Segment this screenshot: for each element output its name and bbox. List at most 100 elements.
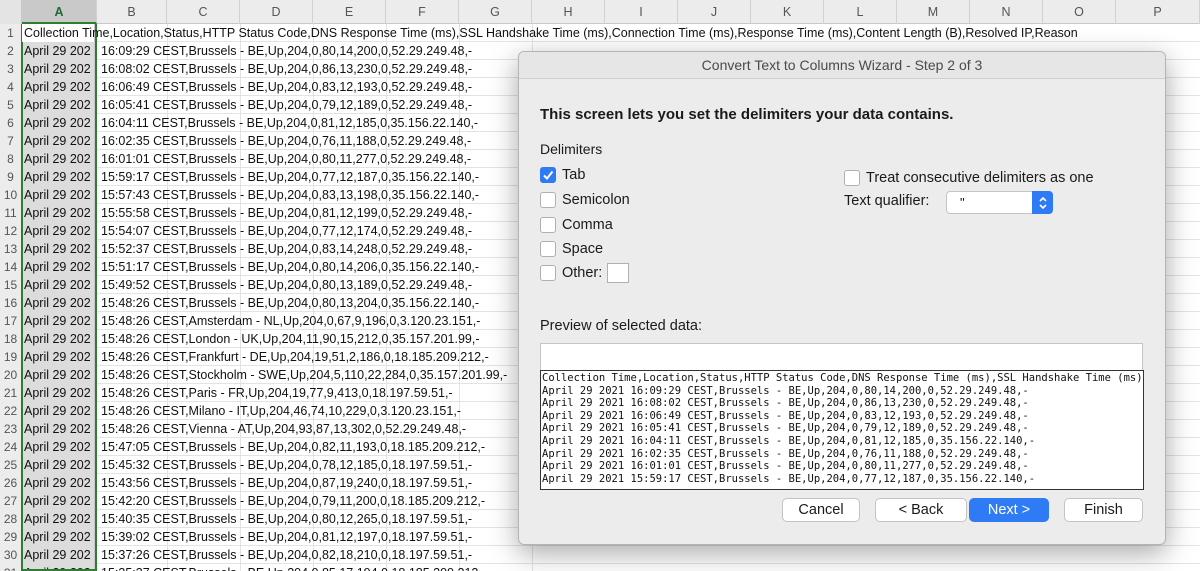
- cell-b-overflow[interactable]: 15:48:26 CEST,London - UK,Up,204,11,90,1…: [98, 330, 480, 348]
- cell-a[interactable]: April 29 202: [22, 240, 95, 258]
- space-checkbox[interactable]: [540, 241, 556, 257]
- column-header-g[interactable]: G: [459, 0, 532, 24]
- cell-a[interactable]: April 29 202: [22, 402, 95, 420]
- comma-option[interactable]: Comma: [540, 215, 613, 235]
- row-number[interactable]: 4: [0, 78, 22, 96]
- column-header-l[interactable]: L: [824, 0, 897, 24]
- column-header-b[interactable]: B: [97, 0, 167, 24]
- row-number[interactable]: 7: [0, 132, 22, 150]
- column-header-m[interactable]: M: [897, 0, 970, 24]
- row-number[interactable]: 9: [0, 168, 22, 186]
- other-option[interactable]: Other:: [540, 263, 630, 283]
- cell-b-overflow[interactable]: 16:08:02 CEST,Brussels - BE,Up,204,0,86,…: [98, 60, 472, 78]
- cell-a[interactable]: April 29 202: [22, 330, 95, 348]
- row-number[interactable]: 22: [0, 402, 22, 420]
- cell-b-overflow[interactable]: 15:48:26 CEST,Amsterdam - NL,Up,204,0,67…: [98, 312, 480, 330]
- cell-b-overflow[interactable]: 16:04:11 CEST,Brussels - BE,Up,204,0,81,…: [98, 114, 478, 132]
- row-number[interactable]: 25: [0, 456, 22, 474]
- column-header-j[interactable]: J: [678, 0, 751, 24]
- row-number[interactable]: 14: [0, 258, 22, 276]
- row-number[interactable]: 23: [0, 420, 22, 438]
- cell-a[interactable]: April 29 202: [22, 132, 95, 150]
- cell-a[interactable]: April 29 202: [22, 528, 95, 546]
- tab-option[interactable]: Tab: [540, 165, 585, 185]
- row-number[interactable]: 31: [0, 564, 22, 571]
- cell-b-overflow[interactable]: 15:40:35 CEST,Brussels - BE,Up,204,0,80,…: [98, 510, 472, 528]
- cell-a[interactable]: April 29 202: [22, 294, 95, 312]
- row-number[interactable]: 1: [0, 24, 22, 42]
- preview-box[interactable]: Collection Time,Location,Status,HTTP Sta…: [540, 370, 1144, 490]
- cell-a[interactable]: April 29 202: [22, 366, 95, 384]
- tab-checkbox[interactable]: [540, 167, 556, 183]
- cell-b-overflow[interactable]: 15:42:20 CEST,Brussels - BE,Up,204,0,79,…: [98, 492, 485, 510]
- row-number[interactable]: 21: [0, 384, 22, 402]
- row-number[interactable]: 29: [0, 528, 22, 546]
- row-number[interactable]: 12: [0, 222, 22, 240]
- row-number[interactable]: 6: [0, 114, 22, 132]
- cell-b-overflow[interactable]: 15:45:32 CEST,Brussels - BE,Up,204,0,78,…: [98, 456, 472, 474]
- semicolon-checkbox[interactable]: [540, 192, 556, 208]
- cell-a[interactable]: April 29 202: [22, 348, 95, 366]
- cell-b-overflow[interactable]: 15:48:26 CEST,Vienna - AT,Up,204,93,87,1…: [98, 420, 466, 438]
- cell-b-overflow[interactable]: 15:59:17 CEST,Brussels - BE,Up,204,0,77,…: [98, 168, 479, 186]
- cell-b-overflow[interactable]: 16:05:41 CEST,Brussels - BE,Up,204,0,79,…: [98, 96, 472, 114]
- cell-a[interactable]: April 29 202: [22, 222, 95, 240]
- row-number[interactable]: 11: [0, 204, 22, 222]
- row-number[interactable]: 17: [0, 312, 22, 330]
- cell-b-overflow[interactable]: 16:09:29 CEST,Brussels - BE,Up,204,0,80,…: [98, 42, 472, 60]
- column-header-c[interactable]: C: [167, 0, 240, 24]
- cell-a[interactable]: April 29 202: [22, 456, 95, 474]
- cell-a[interactable]: April 29 202: [22, 42, 95, 60]
- cell-b-overflow[interactable]: 16:06:49 CEST,Brussels - BE,Up,204,0,83,…: [98, 78, 472, 96]
- cell-a[interactable]: April 29 202: [22, 258, 95, 276]
- row-number[interactable]: 19: [0, 348, 22, 366]
- cell-a[interactable]: April 29 202: [22, 546, 95, 564]
- cell-b-overflow[interactable]: 15:54:07 CEST,Brussels - BE,Up,204,0,77,…: [98, 222, 472, 240]
- cell-b-overflow[interactable]: 16:01:01 CEST,Brussels - BE,Up,204,0,80,…: [98, 150, 471, 168]
- column-header-k[interactable]: K: [751, 0, 824, 24]
- finish-button[interactable]: Finish: [1064, 498, 1143, 522]
- cell-b-overflow[interactable]: 15:37:26 CEST,Brussels - BE,Up,204,0,82,…: [98, 546, 472, 564]
- row-number[interactable]: 13: [0, 240, 22, 258]
- cell-b-overflow[interactable]: 15:43:56 CEST,Brussels - BE,Up,204,0,87,…: [98, 474, 472, 492]
- cell-b-overflow[interactable]: 16:02:35 CEST,Brussels - BE,Up,204,0,76,…: [98, 132, 471, 150]
- column-header-p[interactable]: P: [1116, 0, 1200, 24]
- text-qualifier-select[interactable]: ": [946, 191, 1053, 214]
- column-header-n[interactable]: N: [970, 0, 1043, 24]
- cancel-button[interactable]: Cancel: [782, 498, 860, 522]
- cell-a[interactable]: April 29 202: [22, 96, 95, 114]
- semicolon-option[interactable]: Semicolon: [540, 190, 630, 210]
- cell-b-overflow[interactable]: 15:51:17 CEST,Brussels - BE,Up,204,0,80,…: [98, 258, 479, 276]
- row-number[interactable]: 8: [0, 150, 22, 168]
- cell-a[interactable]: April 29 202: [22, 150, 95, 168]
- row-number[interactable]: 30: [0, 546, 22, 564]
- comma-checkbox[interactable]: [540, 217, 556, 233]
- cell-b-overflow[interactable]: 15:48:26 CEST,Stockholm - SWE,Up,204,5,1…: [98, 366, 507, 384]
- cell-a[interactable]: April 29 202: [22, 420, 95, 438]
- row-number[interactable]: 16: [0, 294, 22, 312]
- cell-a[interactable]: April 29 202: [22, 204, 95, 222]
- row-number[interactable]: 28: [0, 510, 22, 528]
- cell-a[interactable]: April 29 202: [22, 438, 95, 456]
- cell-a[interactable]: April 29 202: [22, 60, 95, 78]
- cell-a[interactable]: April 29 202: [22, 492, 95, 510]
- cell-b-overflow[interactable]: 15:52:37 CEST,Brussels - BE,Up,204,0,83,…: [98, 240, 472, 258]
- cell-b-overflow[interactable]: 15:57:43 CEST,Brussels - BE,Up,204,0,83,…: [98, 186, 479, 204]
- row-number[interactable]: 3: [0, 60, 22, 78]
- cell-b-overflow[interactable]: 15:48:26 CEST,Milano - IT,Up,204,46,74,1…: [98, 402, 461, 420]
- header-cell[interactable]: Collection Time,Location,Status,HTTP Sta…: [22, 24, 1078, 42]
- cell-b-overflow[interactable]: 15:48:26 CEST,Paris - FR,Up,204,19,77,9,…: [98, 384, 453, 402]
- consecutive-option[interactable]: Treat consecutive delimiters as one: [844, 168, 1094, 188]
- row-number[interactable]: 5: [0, 96, 22, 114]
- row-number[interactable]: 10: [0, 186, 22, 204]
- cell-b-overflow[interactable]: 15:35:37 CEST,Brussels - BE,Up,204,0,85,…: [98, 564, 478, 571]
- column-header-e[interactable]: E: [313, 0, 386, 24]
- other-delimiter-input[interactable]: [607, 263, 630, 283]
- cell-b-overflow[interactable]: 15:49:52 CEST,Brussels - BE,Up,204,0,80,…: [98, 276, 472, 294]
- row-number[interactable]: 27: [0, 492, 22, 510]
- cell-a[interactable]: April 29 202: [22, 474, 95, 492]
- cell-a[interactable]: April 29 202: [22, 276, 95, 294]
- cell-a[interactable]: April 29 202: [22, 384, 95, 402]
- cell-a[interactable]: April 29 202: [22, 186, 95, 204]
- column-header-i[interactable]: I: [605, 0, 678, 24]
